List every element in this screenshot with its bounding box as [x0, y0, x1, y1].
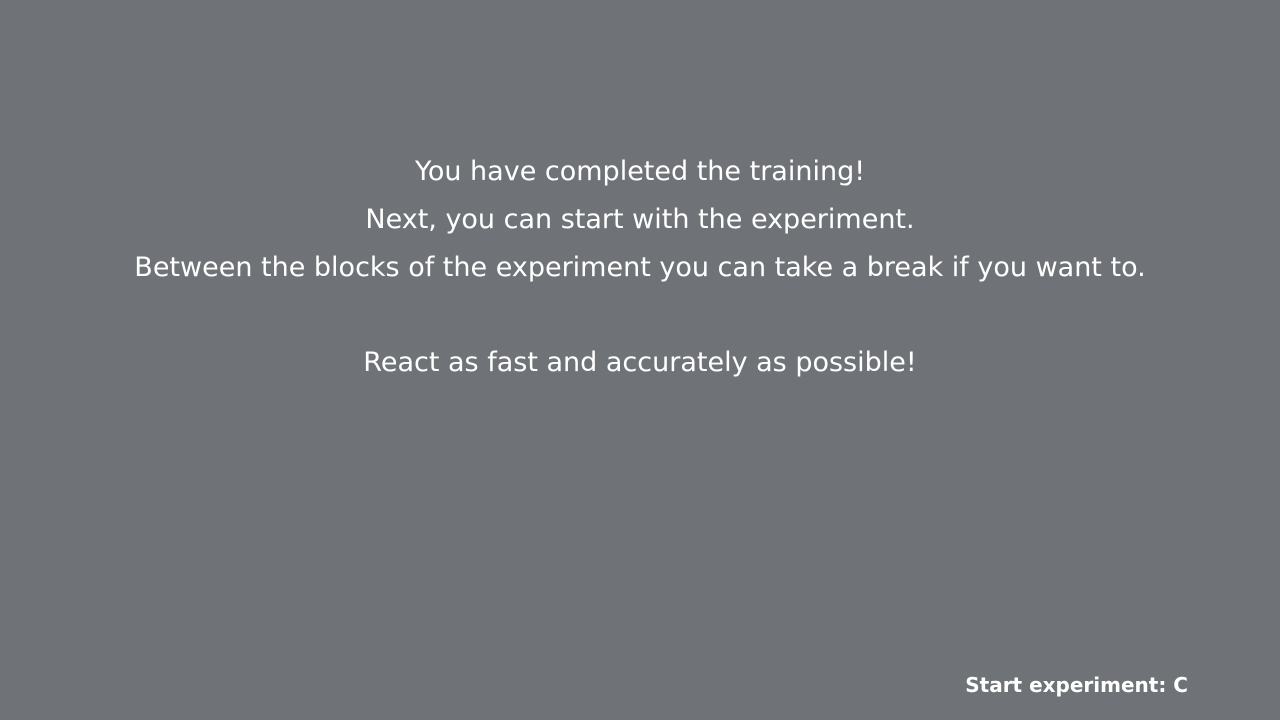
- speed-accuracy-message: React as fast and accurately as possible…: [363, 347, 917, 378]
- emphasis-block: React as fast and accurately as possible…: [0, 339, 1280, 387]
- start-experiment-prompt[interactable]: Start experiment: C: [965, 672, 1188, 698]
- completion-message: You have completed the training!: [414, 156, 866, 187]
- experiment-screen: You have completed the training! Next, y…: [0, 0, 1280, 720]
- break-info-message: Between the blocks of the experiment you…: [134, 252, 1146, 283]
- instruction-block: You have completed the training! Next, y…: [0, 148, 1280, 292]
- next-step-message: Next, you can start with the experiment.: [365, 204, 915, 235]
